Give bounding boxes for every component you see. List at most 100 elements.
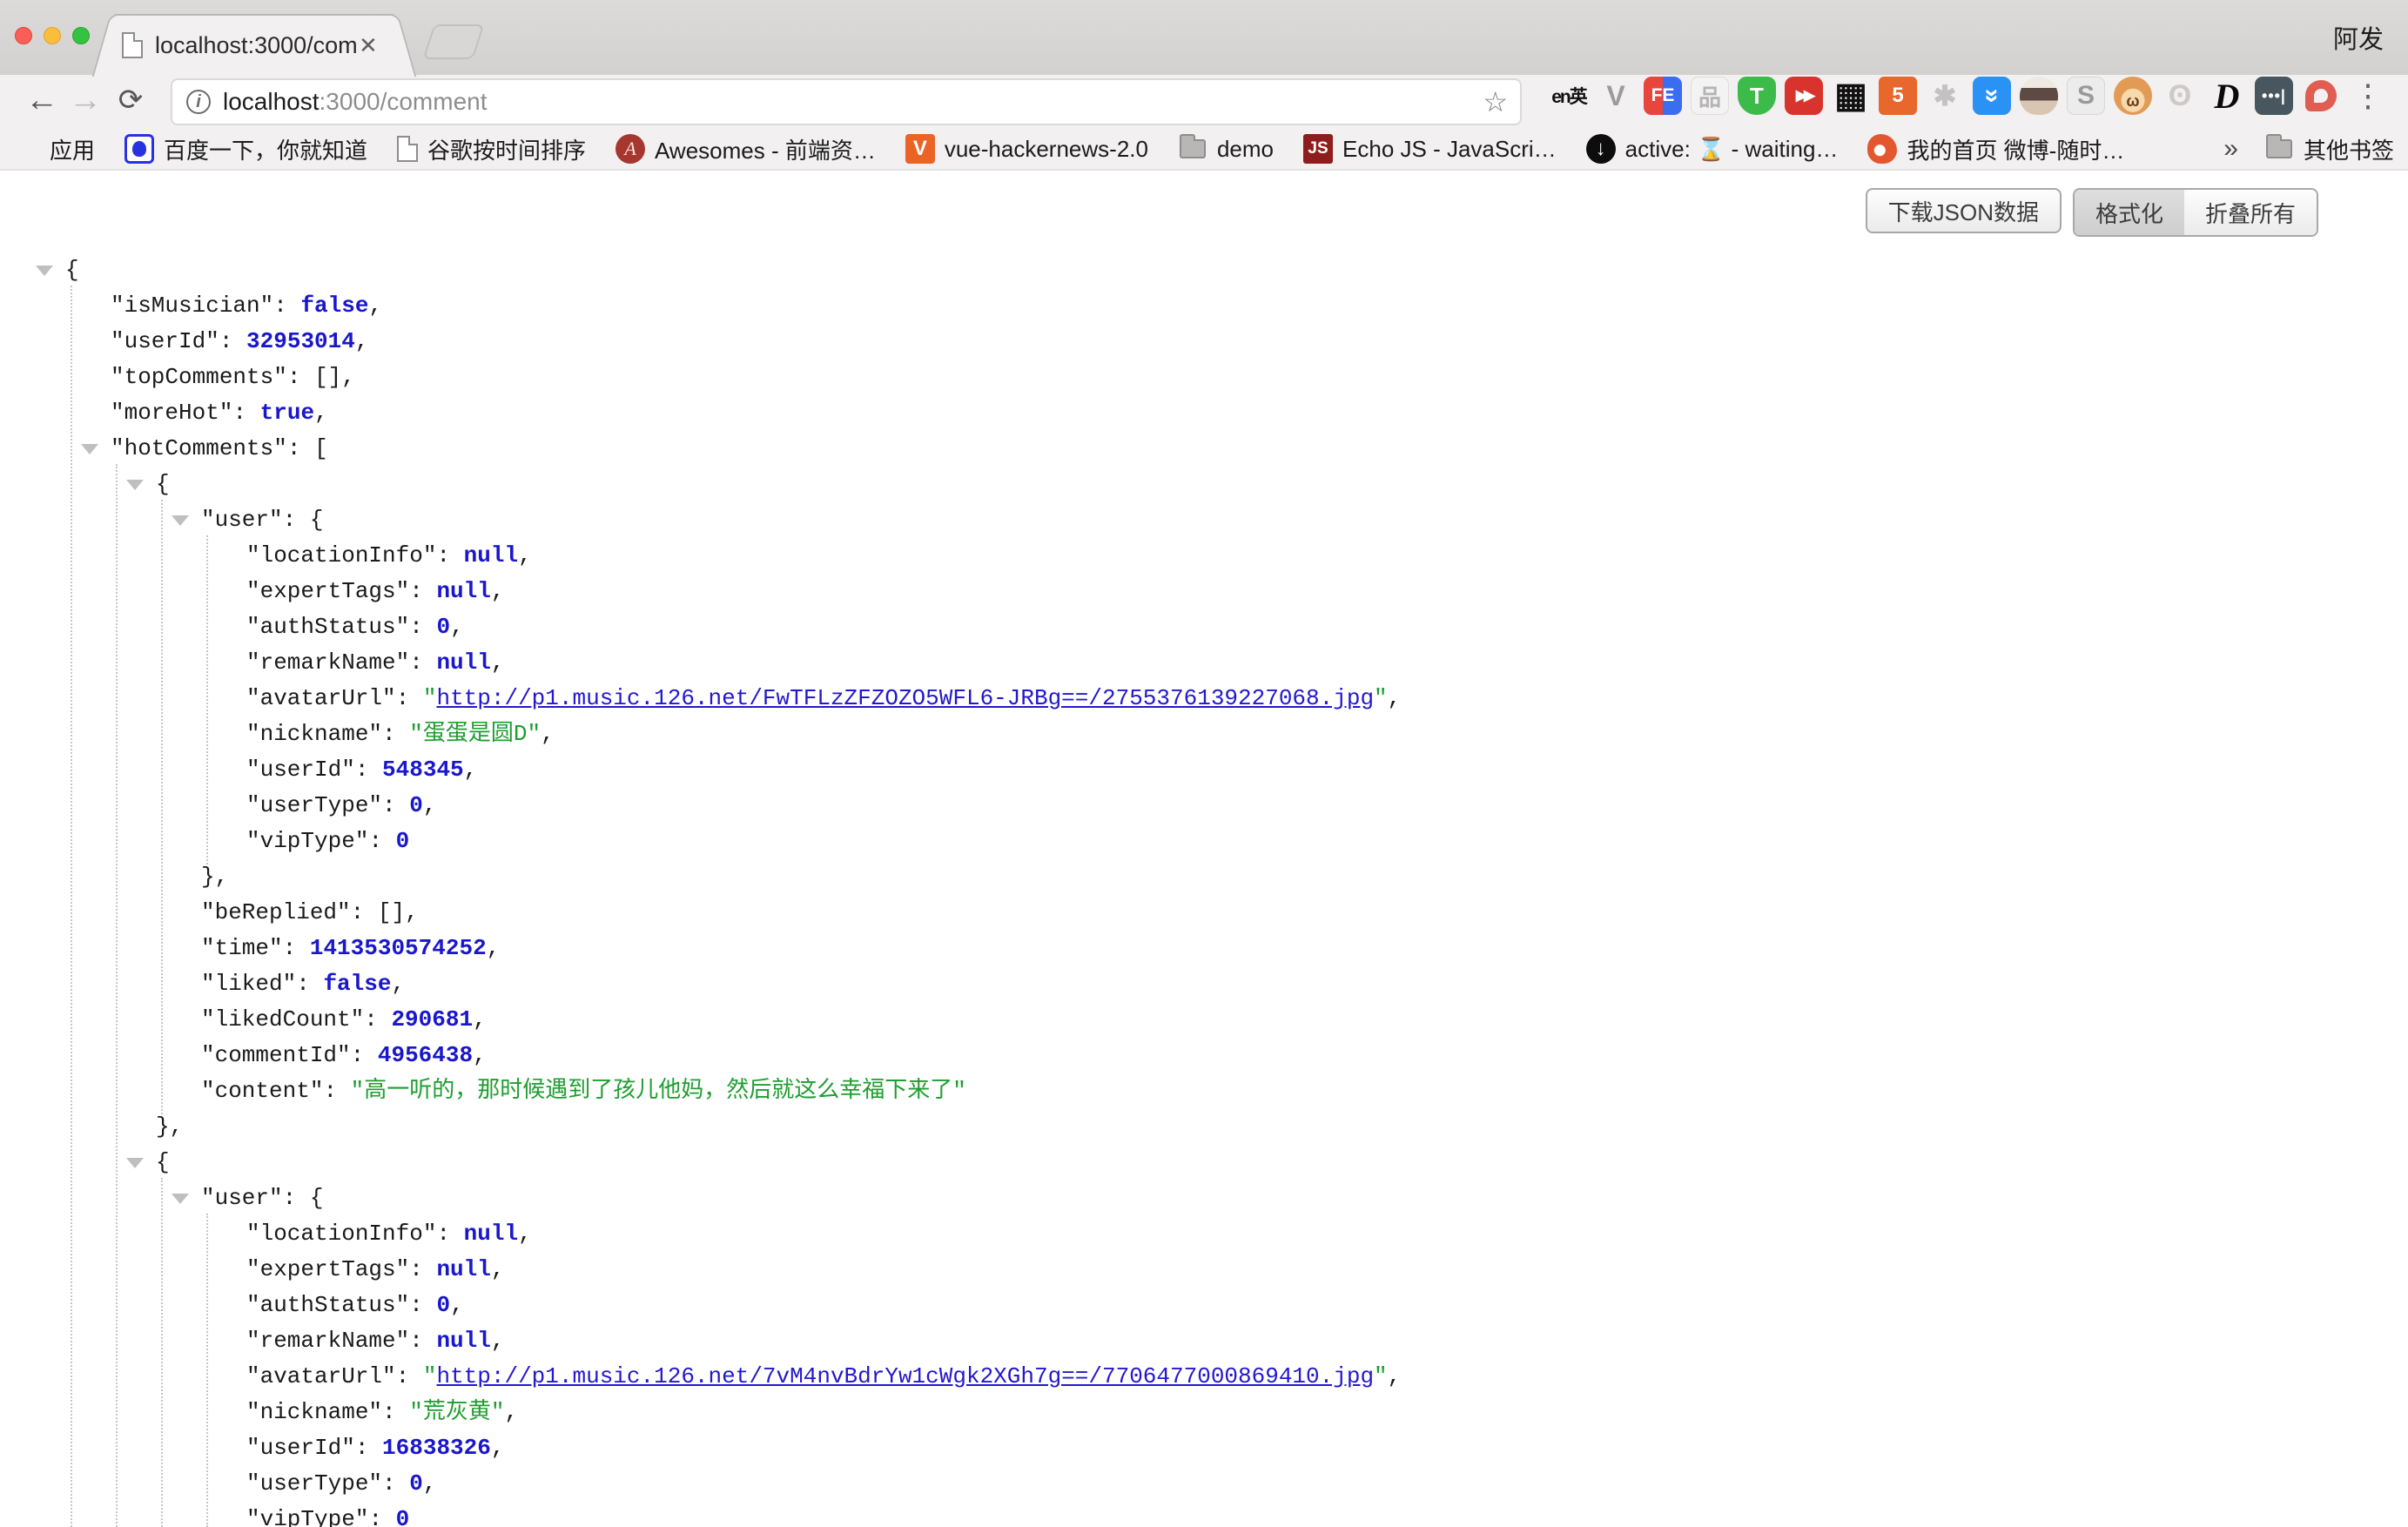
reload-icon[interactable]: ⟳ xyxy=(111,75,150,129)
json-line: "userId": 32953014, xyxy=(0,324,2408,360)
s-letter-icon[interactable]: S xyxy=(2067,77,2105,115)
json-line: "user": { xyxy=(0,1181,2408,1216)
bookmark-star-icon[interactable]: ☆ xyxy=(1483,85,1508,118)
bookmarks-bar: 应用 百度一下，你就知道 谷歌按时间排序 A Awesomes - 前端资… Vvue-h… xyxy=(0,129,2408,169)
bookmark-item[interactable]: demo xyxy=(1178,134,1274,164)
tab-close-icon[interactable]: ✕ xyxy=(359,32,378,59)
json-line: "locationInfo": null, xyxy=(0,1216,2408,1252)
json-line: "authStatus": 0, xyxy=(0,609,2408,645)
json-line: "commentId": 4956438, xyxy=(0,1038,2408,1073)
bookmark-label: 我的首页 微博-随时… xyxy=(1907,133,2124,165)
sitemap-icon[interactable]: 品 xyxy=(1691,77,1729,115)
json-line: "userId": 16838326, xyxy=(0,1430,2408,1466)
json-line: { xyxy=(0,1145,2408,1181)
address-bar[interactable]: i localhost :3000/comment ☆ xyxy=(171,78,1522,125)
indent-guide xyxy=(161,500,163,1114)
bookmark-label: Echo JS - JavaScri… xyxy=(1342,136,1557,163)
page-content: 下载JSON数据 格式化 折叠所有 {"isMusician": false,"… xyxy=(0,171,2408,1527)
indent-guide xyxy=(71,286,72,1527)
bookmark-other-bookmarks[interactable]: 其他书签 xyxy=(2264,133,2394,165)
json-line: "userId": 548345, xyxy=(0,752,2408,788)
json-line: "likedCount": 290681, xyxy=(0,1002,2408,1038)
json-line: "hotComments": [ xyxy=(0,431,2408,467)
bookmark-item[interactable]: Vvue-hackernews-2.0 xyxy=(905,134,1148,164)
bookmark-item[interactable]: JS Echo JS - JavaScri… xyxy=(1303,134,1557,164)
page-icon xyxy=(397,136,418,162)
collapse-triangle-icon[interactable] xyxy=(172,515,189,526)
window-close-button[interactable] xyxy=(15,27,32,44)
tab-title: localhost:3000/comment xyxy=(155,32,357,59)
json-line: "isMusician": false, xyxy=(0,288,2408,324)
back-icon[interactable]: ← xyxy=(23,75,61,129)
js-icon: JS xyxy=(1303,134,1333,164)
extension-row: en英VFE品T▶▶▦5✱» SωʘD•••| ⋮ xyxy=(1550,77,2387,115)
browser-menu-icon[interactable]: ⋮ xyxy=(2349,77,2387,115)
json-line: { xyxy=(0,467,2408,502)
double-chevron-down-icon[interactable]: » xyxy=(1973,77,2011,115)
json-line: "content": "高一听的，那时候遇到了孩儿他妈，然后就这么幸福下来了" xyxy=(0,1073,2408,1109)
weibo-gray-icon[interactable]: ʘ xyxy=(2161,77,2199,115)
fast-forward-icon[interactable]: ▶▶ xyxy=(1785,77,1823,115)
bookmark-label: Awesomes - 前端资… xyxy=(655,133,876,165)
forward-icon: → xyxy=(66,75,104,129)
bookmark-item[interactable]: 应用 xyxy=(14,133,95,165)
indent-guide xyxy=(161,1178,163,1527)
json-line: "time": 1413530574252, xyxy=(0,931,2408,966)
json-line: "liked": false, xyxy=(0,966,2408,1002)
baidu-icon xyxy=(124,134,154,164)
format-button[interactable]: 格式化 xyxy=(2075,190,2184,235)
folder-icon xyxy=(2264,134,2294,164)
avatar-url-link[interactable]: http://p1.music.126.net/FwTFLzZFZOZO5WFL… xyxy=(436,685,1374,711)
fe-icon[interactable]: FE xyxy=(1644,77,1682,115)
bookmark-item[interactable]: 我的首页 微博-随时… xyxy=(1867,133,2124,165)
collapse-triangle-icon[interactable] xyxy=(81,444,98,454)
json-line: { xyxy=(0,252,2408,288)
bookmark-label: vue-hackernews-2.0 xyxy=(945,136,1148,163)
bookmark-label: 百度一下，你就知道 xyxy=(164,133,367,165)
qr-code-icon[interactable]: ▦ xyxy=(1832,77,1870,115)
bookmark-item[interactable]: 谷歌按时间排序 xyxy=(397,133,586,165)
bookmark-item[interactable]: 百度一下，你就知道 xyxy=(124,133,367,165)
password-manager-icon[interactable]: •••| xyxy=(2255,77,2293,115)
awesomes-icon: A xyxy=(615,134,645,164)
json-tree: {"isMusician": false,"userId": 32953014,… xyxy=(0,252,2408,1527)
collapse-triangle-icon[interactable] xyxy=(126,1158,144,1168)
tab-localhost[interactable]: localhost:3000/comment ✕ xyxy=(115,14,393,75)
json-line: "expertTags": null, xyxy=(0,574,2408,609)
json-line: "beReplied": [], xyxy=(0,895,2408,931)
html5-player-icon[interactable]: 5 xyxy=(1879,77,1917,115)
switchy-omega-icon[interactable] xyxy=(2302,77,2340,115)
bookmark-item[interactable]: A Awesomes - 前端资… xyxy=(615,133,876,165)
monkey-icon[interactable]: ω xyxy=(2114,77,2152,115)
window-minimize-button[interactable] xyxy=(44,27,61,44)
json-line: }, xyxy=(0,1109,2408,1145)
page-info-icon[interactable]: i xyxy=(186,90,211,114)
download-json-button[interactable]: 下载JSON数据 xyxy=(1866,188,2062,233)
d-letter-icon[interactable]: D xyxy=(2208,77,2246,115)
window-zoom-button[interactable] xyxy=(72,27,90,44)
collapse-triangle-icon[interactable] xyxy=(126,480,144,490)
bookmark-item[interactable]: ↓active: ⌛ - waiting… xyxy=(1586,134,1839,164)
json-line: "expertTags": null, xyxy=(0,1252,2408,1288)
collapse-triangle-icon[interactable] xyxy=(36,266,53,276)
avatar-url-link[interactable]: http://p1.music.126.net/7vM4nvBdrYw1cWgk… xyxy=(436,1363,1374,1389)
view-mode-toggle: 格式化 折叠所有 xyxy=(2073,188,2318,237)
bookmark-label: 应用 xyxy=(50,133,95,165)
profile-name[interactable]: 阿发 xyxy=(2333,19,2384,56)
json-line: "vipType": 0 xyxy=(0,1502,2408,1527)
collapse-triangle-icon[interactable] xyxy=(172,1194,189,1204)
paw-icon[interactable]: ✱ xyxy=(1926,77,1964,115)
bookmark-label: 谷歌按时间排序 xyxy=(427,133,586,165)
indent-guide xyxy=(206,1214,208,1527)
json-line: "avatarUrl": "http://p1.music.126.net/Fw… xyxy=(0,681,2408,716)
bookmarks-overflow-icon[interactable]: » xyxy=(2223,134,2238,164)
json-line: "topComments": [], xyxy=(0,360,2408,395)
json-line: "nickname": "蛋蛋是圆D", xyxy=(0,716,2408,752)
spy-mask-icon[interactable] xyxy=(2020,77,2058,115)
vue-devtools-icon[interactable]: V xyxy=(1597,77,1635,115)
green-shield-t-icon[interactable]: T xyxy=(1738,77,1776,115)
translate-icon[interactable]: en英 xyxy=(1550,77,1588,115)
apps-icon xyxy=(14,136,40,162)
collapse-all-button[interactable]: 折叠所有 xyxy=(2184,190,2317,235)
json-line: "remarkName": null, xyxy=(0,645,2408,681)
